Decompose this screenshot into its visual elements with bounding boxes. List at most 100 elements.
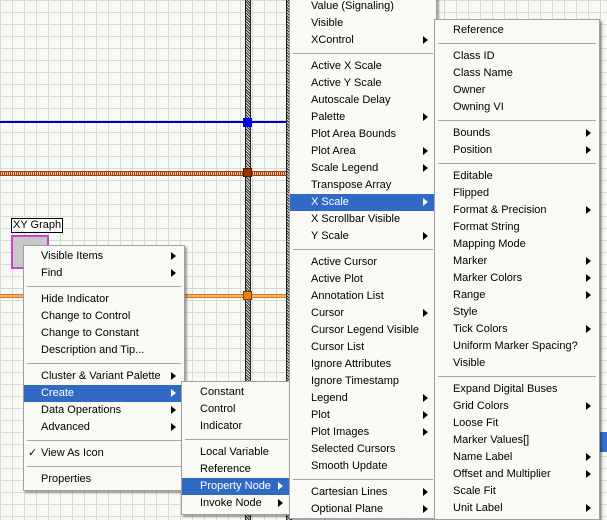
menu-item-legend[interactable]: Legend <box>290 390 436 407</box>
menu-item-active-x-scale[interactable]: Active X Scale <box>290 58 436 75</box>
menu-item-plot[interactable]: Plot <box>290 407 436 424</box>
menu-item-ignore-attributes[interactable]: Ignore Attributes <box>290 356 436 373</box>
menu-item-invoke-node[interactable]: Invoke Node <box>182 495 291 512</box>
menu-item-label: Unit Label <box>453 502 503 514</box>
blue-wire[interactable] <box>0 121 300 123</box>
menu-item-constant[interactable]: Constant <box>182 384 291 401</box>
menu-item-palette[interactable]: Palette <box>290 109 436 126</box>
menu-item-visible-items[interactable]: Visible Items <box>24 248 184 265</box>
menu-item-unit-label[interactable]: Unit Label <box>435 500 599 517</box>
menu-item-class-id[interactable]: Class ID <box>435 48 599 65</box>
menu-item-marker-colors[interactable]: Marker Colors <box>435 270 599 287</box>
menu-item-owning-vi[interactable]: Owning VI <box>435 99 599 116</box>
menu-item-expand-digital-buses[interactable]: Expand Digital Buses <box>435 381 599 398</box>
menu-item-x-scale[interactable]: X Scale <box>290 194 436 211</box>
menu-item-uniform-marker-spacing[interactable]: Uniform Marker Spacing? <box>435 338 599 355</box>
menu-item-cursor-list[interactable]: Cursor List <box>290 339 436 356</box>
menu-item-label: Grid Colors <box>453 400 509 412</box>
menu-item-property-node[interactable]: Property Node <box>182 478 291 495</box>
menu-item-change-to-constant[interactable]: Change to Constant <box>24 325 184 342</box>
brown-wire[interactable] <box>0 171 300 176</box>
menu-item-active-y-scale[interactable]: Active Y Scale <box>290 75 436 92</box>
menu-item-plot-area[interactable]: Plot Area <box>290 143 436 160</box>
menu-item-label: XControl <box>311 34 354 46</box>
menu-item-bounds[interactable]: Bounds <box>435 125 599 142</box>
menu-item-style[interactable]: Style <box>435 304 599 321</box>
menu-item-ignore-timestamp[interactable]: Ignore Timestamp <box>290 373 436 390</box>
menu-item-label: Marker Colors <box>453 272 523 284</box>
menu-item-optional-plane[interactable]: Optional Plane <box>290 501 436 518</box>
menu-item-owner[interactable]: Owner <box>435 82 599 99</box>
menu-item-y-scale[interactable]: Y Scale <box>290 228 436 245</box>
menu-item-range[interactable]: Range <box>435 287 599 304</box>
menu-item-cartesian-lines[interactable]: Cartesian Lines <box>290 484 436 501</box>
menu-item-properties[interactable]: Properties <box>24 471 184 488</box>
menu-item-plot-area-bounds[interactable]: Plot Area Bounds <box>290 126 436 143</box>
menu-item-data-operations[interactable]: Data Operations <box>24 402 184 419</box>
menu-item-create[interactable]: Create <box>24 385 184 402</box>
menu-item-loose-fit[interactable]: Loose Fit <box>435 415 599 432</box>
menu-item-transpose-array[interactable]: Transpose Array <box>290 177 436 194</box>
menu-item-plot-images[interactable]: Plot Images <box>290 424 436 441</box>
menu-item-editable[interactable]: Editable <box>435 168 599 185</box>
menu-item-autoscale-delay[interactable]: Autoscale Delay <box>290 92 436 109</box>
menu-item-view-as-icon[interactable]: ✓ View As Icon <box>24 445 184 462</box>
menu-item-offset-and-multiplier[interactable]: Offset and Multiplier <box>435 466 599 483</box>
menu-item-flipped[interactable]: Flipped <box>435 185 599 202</box>
menu-item-label: Active Plot <box>311 273 363 285</box>
menu-item-indicator[interactable]: Indicator <box>182 418 291 435</box>
tunnel-brown[interactable] <box>243 168 252 177</box>
menu-item-advanced[interactable]: Advanced <box>24 419 184 436</box>
menu-item-label: Plot <box>311 409 330 421</box>
submenu-arrow-icon <box>171 406 176 414</box>
menu-item-annotation-list[interactable]: Annotation List <box>290 288 436 305</box>
menu-item-smooth-update[interactable]: Smooth Update <box>290 458 436 475</box>
menu-item-label: Loose Fit <box>453 417 499 429</box>
menu-item-mapping-mode[interactable]: Mapping Mode <box>435 236 599 253</box>
menu-item-scale-legend[interactable]: Scale Legend <box>290 160 436 177</box>
menu-item-position[interactable]: Position <box>435 142 599 159</box>
menu-item-grid-colors[interactable]: Grid Colors <box>435 398 599 415</box>
menu-item-marker-values[interactable]: Marker Values[] <box>435 432 599 449</box>
menu-item-label: Owner <box>453 84 486 96</box>
menu-item-active-plot[interactable]: Active Plot <box>290 271 436 288</box>
menu-item-reference[interactable]: Reference <box>182 461 291 478</box>
menu-item-label: Constant <box>200 386 245 398</box>
menu-item-active-cursor[interactable]: Active Cursor <box>290 254 436 271</box>
menu-item-scale-fit[interactable]: Scale Fit <box>435 483 599 500</box>
menu-item-value-signaling[interactable]: Value (Signaling) <box>290 0 436 15</box>
menu-item-cursor[interactable]: Cursor <box>290 305 436 322</box>
menu-item-label: Position <box>453 144 493 156</box>
menu-item-label: Data Operations <box>41 404 122 416</box>
menu-item-format-string[interactable]: Format String <box>435 219 599 236</box>
menu-item-label: Cursor Legend Visible <box>311 324 420 336</box>
menu-item-class-name[interactable]: Class Name <box>435 65 599 82</box>
submenu-arrow-icon <box>423 505 428 513</box>
menu-item-control[interactable]: Control <box>182 401 291 418</box>
menu-item-name-label[interactable]: Name Label <box>435 449 599 466</box>
submenu-arrow-icon <box>423 411 428 419</box>
menu-item-label: Tick Colors <box>453 323 508 335</box>
menu-item-change-to-control[interactable]: Change to Control <box>24 308 184 325</box>
menu-item-label: Ignore Timestamp <box>311 375 400 387</box>
submenu-arrow-icon <box>171 389 176 397</box>
menu-item-visible[interactable]: Visible <box>290 15 436 32</box>
menu-item-x-scrollbar-visible[interactable]: X Scrollbar Visible <box>290 211 436 228</box>
submenu-arrow-icon <box>171 269 176 277</box>
menu-item-marker[interactable]: Marker <box>435 253 599 270</box>
menu-item-description-and-tip[interactable]: Description and Tip... <box>24 342 184 359</box>
menu-item-find[interactable]: Find <box>24 265 184 282</box>
tunnel-orange[interactable] <box>243 291 252 300</box>
menu-item-cursor-legend-visible[interactable]: Cursor Legend Visible <box>290 322 436 339</box>
menu-item-tick-colors[interactable]: Tick Colors <box>435 321 599 338</box>
menu-item-cluster-variant-palette[interactable]: Cluster & Variant Palette <box>24 368 184 385</box>
menu-item-selected-cursors[interactable]: Selected Cursors <box>290 441 436 458</box>
menu-item-local-variable[interactable]: Local Variable <box>182 444 291 461</box>
menu-item-format-precision[interactable]: Format & Precision <box>435 202 599 219</box>
menu-item-hide-indicator[interactable]: Hide Indicator <box>24 291 184 308</box>
menu-item-reference[interactable]: Reference <box>435 22 599 39</box>
menu-item-visible[interactable]: Visible <box>435 355 599 372</box>
tunnel-blue[interactable] <box>243 118 252 127</box>
menu-item-xcontrol[interactable]: XControl <box>290 32 436 49</box>
submenu-arrow-icon <box>586 257 591 265</box>
